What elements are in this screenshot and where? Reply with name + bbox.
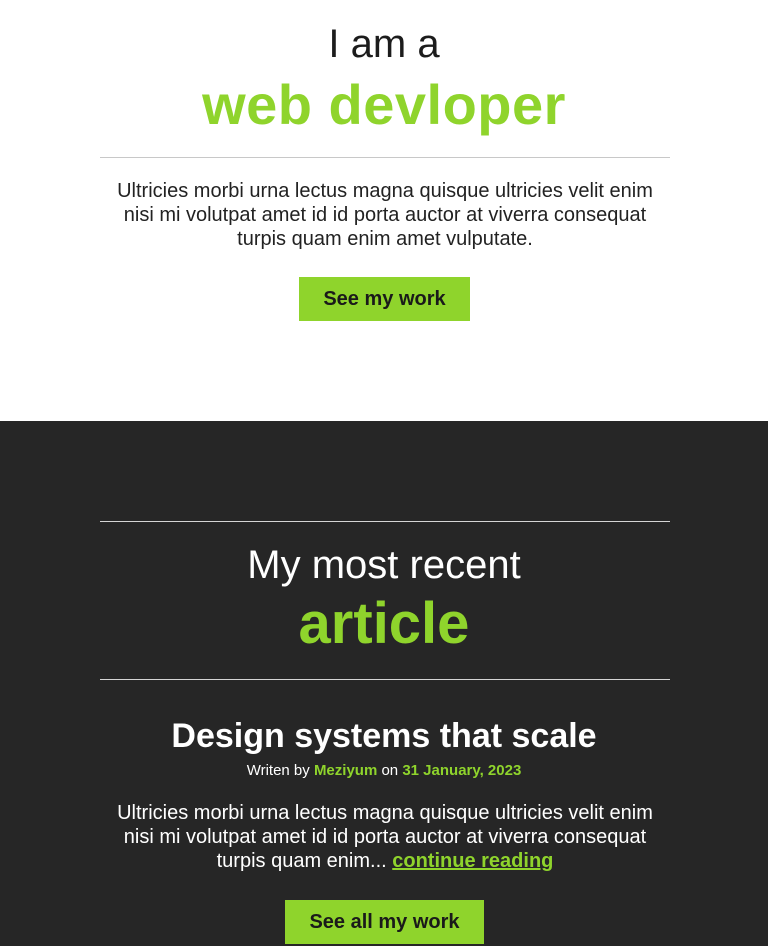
article-section-title: article <box>298 591 470 656</box>
article-pre-title: My most recent <box>247 543 521 587</box>
recent-article-section: My most recent article Design systems th… <box>0 421 768 946</box>
see-my-work-button[interactable]: See my work <box>299 277 470 321</box>
post-date: 31 January, 2023 <box>402 762 522 779</box>
written-by-label: Writen by <box>246 762 310 779</box>
post-excerpt-text: Ultricies morbi urna lectus magna quisqu… <box>117 802 653 872</box>
post-excerpt: Ultricies morbi urna lectus magna quisqu… <box>100 801 670 873</box>
see-all-my-work-button[interactable]: See all my work <box>285 900 484 944</box>
hero-pre-title: I am a <box>328 22 440 66</box>
post-title: Design systems that scale <box>171 717 597 755</box>
hero-divider <box>100 157 670 158</box>
hero-description: Ultricies morbi urna lectus magna quisqu… <box>117 180 653 250</box>
article-divider-top <box>100 521 670 522</box>
hero-title: web devloper <box>202 73 566 136</box>
post-meta: Writen by Meziyum on 31 January, 2023 <box>0 761 768 781</box>
author-link[interactable]: Meziyum <box>314 762 377 779</box>
hero-section: I am a web devloper Ultricies morbi urna… <box>0 0 768 421</box>
article-divider-bottom <box>100 679 670 680</box>
continue-reading-link[interactable]: continue reading <box>392 850 553 872</box>
on-label: on <box>381 762 399 779</box>
